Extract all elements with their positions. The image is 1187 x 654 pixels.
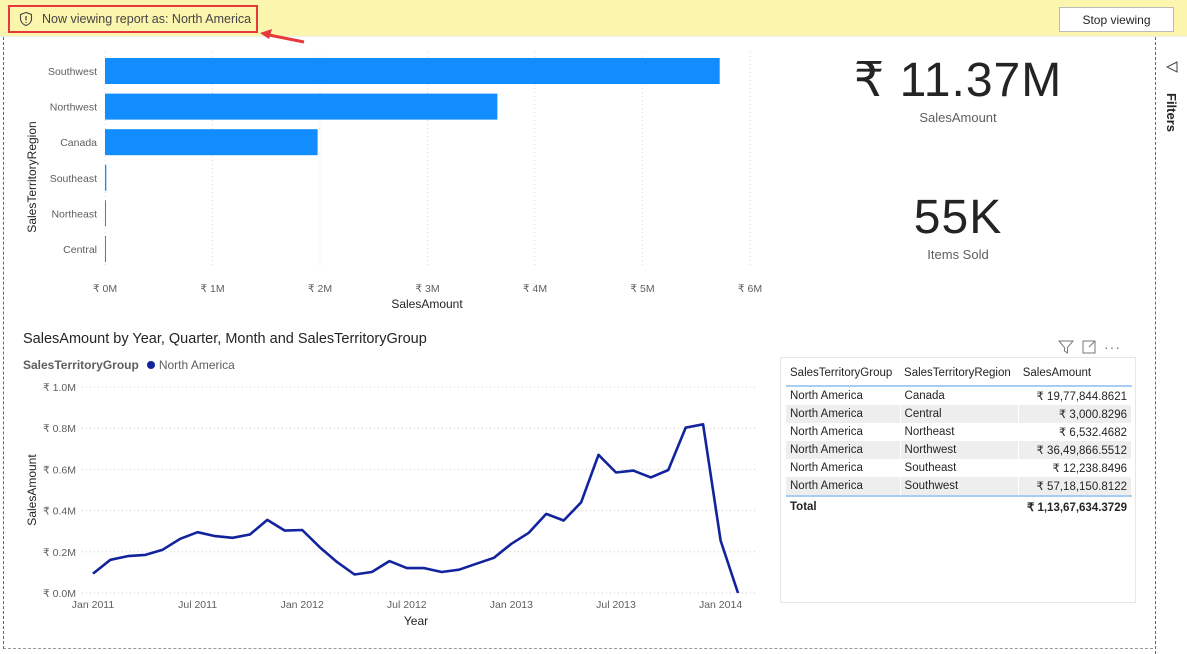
- y-tick-label: Northeast: [51, 208, 97, 220]
- viewing-as-text: Now viewing report as: North America: [42, 12, 252, 26]
- bar-southwest: [105, 58, 720, 84]
- shield-warning-icon: [19, 11, 33, 27]
- filter-icon[interactable]: [1058, 340, 1074, 354]
- table-cell: ₹ 3,000.8296: [1018, 405, 1132, 423]
- viewing-as-message: Now viewing report as: North America: [8, 5, 258, 33]
- table-cell: North America: [786, 477, 901, 496]
- focus-mode-icon[interactable]: [1082, 340, 1096, 354]
- line-chart-title: SalesAmount by Year, Quarter, Month and …: [23, 331, 427, 347]
- table-total-row: Total ₹ 1,13,67,634.3729: [786, 495, 1132, 516]
- table-cell: North America: [786, 441, 901, 459]
- y-tick-label: Central: [63, 244, 97, 256]
- viewing-as-banner: Now viewing report as: North America Sto…: [0, 0, 1187, 44]
- table-cell: ₹ 57,18,150.8122: [1018, 477, 1132, 496]
- legend-marker-icon: [146, 361, 155, 369]
- table-cell: [900, 495, 1020, 516]
- table-row[interactable]: North America Southwest ₹ 57,18,150.8122: [786, 477, 1132, 496]
- filters-pane[interactable]: Filters: [1155, 37, 1187, 654]
- bar-southeast: [105, 164, 107, 191]
- kpi-card-sales-amount: ₹ 11.37M SalesAmount: [838, 52, 1078, 125]
- table-cell: Northwest: [900, 441, 1020, 459]
- table-cell: Southwest: [900, 477, 1020, 496]
- series-line-north-america: [92, 422, 740, 594]
- bar-northeast: [105, 200, 106, 227]
- total-value: ₹ 1,13,67,634.3729: [1018, 495, 1132, 516]
- table-cell: North America: [786, 386, 901, 405]
- table-cell: North America: [786, 423, 901, 441]
- y-tick-label: ₹ 0.8M: [43, 423, 76, 435]
- x-tick-label: Jan 2011: [72, 599, 115, 611]
- table-row[interactable]: North America Southeast ₹ 12,238.8496: [786, 459, 1132, 477]
- x-axis-title: SalesAmount: [391, 297, 463, 311]
- x-tick-label: Jan 2012: [281, 599, 324, 611]
- column-header[interactable]: SalesAmount: [1018, 362, 1132, 387]
- column-header[interactable]: SalesTerritoryRegion: [900, 362, 1019, 387]
- column-header[interactable]: SalesTerritoryGroup: [786, 362, 901, 387]
- table-cell: Canada: [900, 386, 1020, 405]
- x-tick-label: ₹ 4M: [523, 283, 547, 295]
- table-row[interactable]: North America Northwest ₹ 36,49,866.5512: [786, 441, 1132, 459]
- x-tick-label: ₹ 1M: [200, 283, 224, 295]
- y-axis-title: SalesAmount: [25, 454, 39, 526]
- x-tick-label: Jul 2013: [596, 599, 636, 611]
- table-row[interactable]: North America Canada ₹ 19,77,844.8621: [786, 386, 1132, 405]
- table-cell: ₹ 36,49,866.5512: [1018, 441, 1132, 459]
- table-cell: ₹ 19,77,844.8621: [1018, 386, 1132, 405]
- stop-viewing-button[interactable]: Stop viewing: [1059, 7, 1174, 32]
- kpi-card-items-sold: 55K Items Sold: [838, 190, 1078, 262]
- y-axis-title: SalesTerritoryRegion: [25, 121, 39, 232]
- bar-canada: [105, 129, 318, 156]
- x-axis-title: Year: [404, 614, 428, 628]
- line-chart: ₹ 0.0M₹ 0.2M₹ 0.4M₹ 0.6M₹ 0.8M₹ 1.0MJan …: [25, 382, 755, 628]
- y-tick-label: Southeast: [50, 173, 97, 185]
- y-tick-label: ₹ 0.2M: [43, 547, 76, 559]
- table-cell: ₹ 12,238.8496: [1018, 459, 1132, 477]
- y-tick-label: Canada: [60, 137, 97, 149]
- x-tick-label: ₹ 2M: [308, 283, 332, 295]
- table-cell: Central: [900, 405, 1020, 423]
- table-visual: SalesTerritoryGroup SalesTerritoryRegion…: [780, 357, 1136, 603]
- y-tick-label: ₹ 1.0M: [43, 382, 76, 394]
- table-cell: Northeast: [900, 423, 1020, 441]
- sales-table: SalesTerritoryGroup SalesTerritoryRegion…: [786, 362, 1132, 516]
- kpi-label: SalesAmount: [919, 110, 997, 125]
- total-label: Total: [786, 495, 901, 516]
- y-tick-label: Northwest: [50, 102, 97, 114]
- y-tick-label: ₹ 0.6M: [43, 464, 76, 476]
- filters-pane-label[interactable]: Filters: [1164, 93, 1179, 132]
- table-row[interactable]: North America Northeast ₹ 6,532.4682: [786, 423, 1132, 441]
- filter-icon[interactable]: [1166, 61, 1178, 73]
- x-tick-label: Jan 2013: [490, 599, 533, 611]
- y-tick-label: Southwest: [48, 66, 97, 78]
- bar-central: [105, 236, 106, 262]
- x-tick-label: Jul 2011: [178, 599, 217, 611]
- bar-northwest: [105, 93, 498, 120]
- x-tick-label: ₹ 0M: [93, 283, 117, 295]
- table-cell: North America: [786, 405, 901, 423]
- more-options-icon[interactable]: ···: [1104, 339, 1121, 355]
- x-tick-label: ₹ 5M: [630, 283, 654, 295]
- kpi-label: Items Sold: [927, 247, 989, 262]
- x-tick-label: ₹ 6M: [738, 283, 762, 295]
- kpi-value: 55K: [913, 191, 1003, 244]
- x-tick-label: ₹ 3M: [415, 283, 439, 295]
- table-cell: North America: [786, 459, 901, 477]
- visual-header: ···: [1058, 339, 1121, 355]
- bar-chart: ₹ 0M ₹ 1M ₹ 2M ₹ 3M ₹ 4M ₹ 5M ₹ 6M Southwest Nor…: [25, 52, 762, 311]
- table-row[interactable]: North America Central ₹ 3,000.8296: [786, 405, 1132, 423]
- kpi-value: ₹ 11.37M: [853, 54, 1063, 107]
- x-tick-label: Jul 2012: [387, 599, 427, 611]
- y-tick-label: ₹ 0.4M: [43, 506, 76, 518]
- table-cell: Southeast: [900, 459, 1020, 477]
- x-tick-label: Jan 2014: [699, 599, 742, 611]
- table-cell: ₹ 6,532.4682: [1018, 423, 1132, 441]
